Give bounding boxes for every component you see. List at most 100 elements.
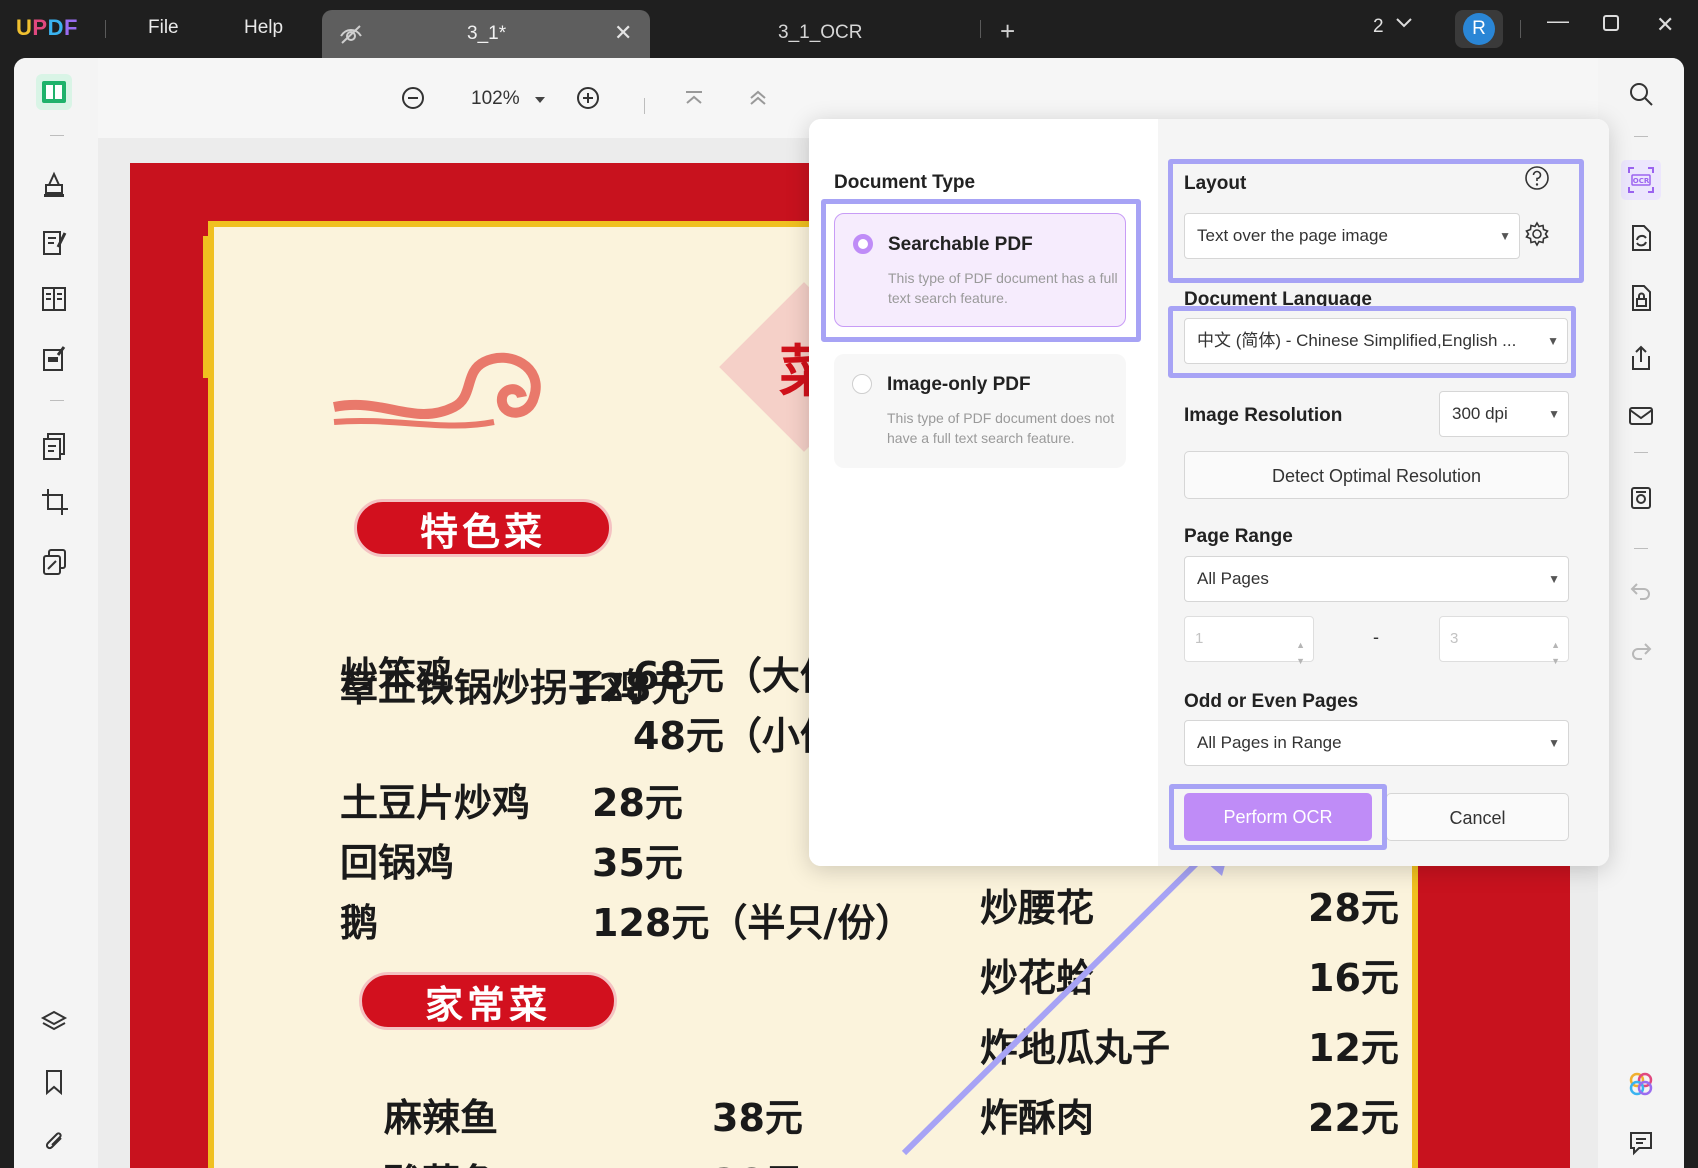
edit-text-icon[interactable] [36,224,72,260]
tool-separator [1634,452,1648,453]
dish-price: 28元 [1308,877,1399,932]
share-icon[interactable] [1623,340,1659,376]
avatar-initial: R [1463,13,1495,45]
tab-active[interactable]: 3_1* ✕ [322,10,650,58]
tool-separator [50,400,64,401]
odd-even-select[interactable]: All Pages in Range ▼ [1184,720,1569,766]
document-type-label: Document Type [834,172,975,194]
section-banner: 家常菜 [359,972,617,1030]
range-to-value: 3 [1450,630,1458,647]
svg-text:OCR: OCR [1633,177,1650,185]
form-icon[interactable] [36,340,72,376]
dish-price: 128元（半只/份） [592,892,913,947]
resolution-value: 300 dpi [1452,404,1508,423]
tab-separator [980,20,981,38]
range-from-input[interactable]: 1 ▲ ▼ [1184,616,1314,662]
page-range-label: Page Range [1184,526,1293,548]
stepper-down-icon[interactable]: ▼ [1296,639,1305,683]
menu-help[interactable]: Help [244,17,283,39]
dish-price: 22元 [1308,1087,1399,1142]
document-type-panel: Document Type Searchable PDF This type o… [809,119,1158,866]
tool-separator [644,98,645,114]
tool-separator [1634,548,1648,549]
odd-even-value: All Pages in Range [1197,733,1342,752]
range-to-input[interactable]: 3 ▲ ▼ [1439,616,1569,662]
title-separator [105,20,106,38]
minimize-icon[interactable]: — [1547,8,1569,34]
maximize-icon[interactable] [1602,12,1620,38]
dish-name: 酸菜鱼 [384,1152,498,1168]
highlighter-icon[interactable] [36,166,72,202]
tab-ocr[interactable]: 3_1_OCR [778,22,863,44]
dish-name: 麻辣鱼 [384,1087,498,1142]
menu-file[interactable]: File [148,17,179,39]
highlight-box [1168,306,1576,378]
zoom-in-icon[interactable] [570,80,606,116]
search-icon[interactable] [1623,76,1659,112]
highlight-box [1169,784,1387,850]
chevron-down-icon: ▼ [1548,721,1560,765]
email-icon[interactable] [1623,398,1659,434]
hide-icon[interactable] [338,22,364,51]
cloud-ornament [324,337,584,437]
chevron-down-icon: ▼ [1548,392,1560,436]
ocr-dialog: Document Type Searchable PDF This type o… [809,119,1609,866]
dish-price: 38元 [712,1152,803,1168]
crop-icon[interactable] [36,484,72,520]
watermark-icon[interactable] [36,544,72,580]
resolution-label: Image Resolution [1184,405,1342,427]
previous-page-icon[interactable] [740,80,776,116]
ocr-icon[interactable]: OCR [1621,160,1661,200]
redo-icon[interactable] [1623,632,1659,668]
dish-price: 35元 [592,832,683,887]
layers-icon[interactable] [36,1004,72,1040]
odd-even-label: Odd or Even Pages [1184,691,1358,713]
page-range-select[interactable]: All Pages ▼ [1184,556,1569,602]
zoom-level[interactable]: 102% [471,88,520,110]
option-description: This type of PDF document does not have … [887,408,1117,448]
title-separator [1520,20,1521,38]
convert-icon[interactable] [1623,220,1659,256]
save-icon[interactable] [1623,480,1659,516]
tab-close-icon[interactable]: ✕ [614,20,632,46]
organize-pages-icon[interactable] [36,280,72,316]
dish-name: 鹅 [340,892,378,947]
new-tab-icon[interactable]: + [1000,16,1015,47]
stepper-down-icon[interactable]: ▼ [1551,639,1560,683]
detect-resolution-button[interactable]: Detect Optimal Resolution [1184,451,1569,499]
attachment-icon[interactable] [36,1122,72,1158]
right-toolbar: OCR [1598,58,1684,1168]
first-page-icon[interactable] [676,80,712,116]
page-count[interactable]: 2 [1373,16,1384,38]
section-banner: 特色菜 [354,499,612,557]
avatar[interactable]: R [1455,10,1503,48]
zoom-dropdown-icon[interactable] [530,82,550,118]
comment-icon[interactable] [1623,1124,1659,1160]
zoom-out-icon[interactable] [395,80,431,116]
option-image-only-pdf[interactable]: Image-only PDF This type of PDF document… [834,354,1126,468]
cancel-button[interactable]: Cancel [1386,793,1569,841]
page-range-value: All Pages [1197,569,1269,588]
pages-icon[interactable] [36,428,72,464]
undo-icon[interactable] [1623,572,1659,608]
resolution-select[interactable]: 300 dpi ▼ [1439,391,1569,437]
range-from-value: 1 [1195,630,1203,647]
dish-name: 土豆片炒鸡 [340,772,530,827]
ai-assistant-icon[interactable] [1623,1066,1659,1102]
dish-price: 38元 [712,1087,803,1142]
dish-name: 炒笨鸡 [340,645,454,700]
close-window-icon[interactable]: ✕ [1656,12,1674,38]
chevron-down-icon[interactable] [1395,14,1413,36]
highlight-box [1168,159,1584,283]
left-toolbar [14,58,98,1168]
dish-price: 12元 [1308,1017,1399,1072]
bookmark-icon[interactable] [36,1064,72,1100]
ocr-settings-panel: Layout Text over the page image ▼ Docume… [1158,119,1609,866]
radio-image-only-pdf[interactable] [852,374,872,394]
dish-price: 28元 [592,772,683,827]
dish-price: 16元 [1308,947,1399,1002]
reader-icon[interactable] [36,74,72,110]
tab-title: 3_1* [467,23,506,45]
protect-icon[interactable] [1623,280,1659,316]
app-logo: UPDF [16,15,78,41]
